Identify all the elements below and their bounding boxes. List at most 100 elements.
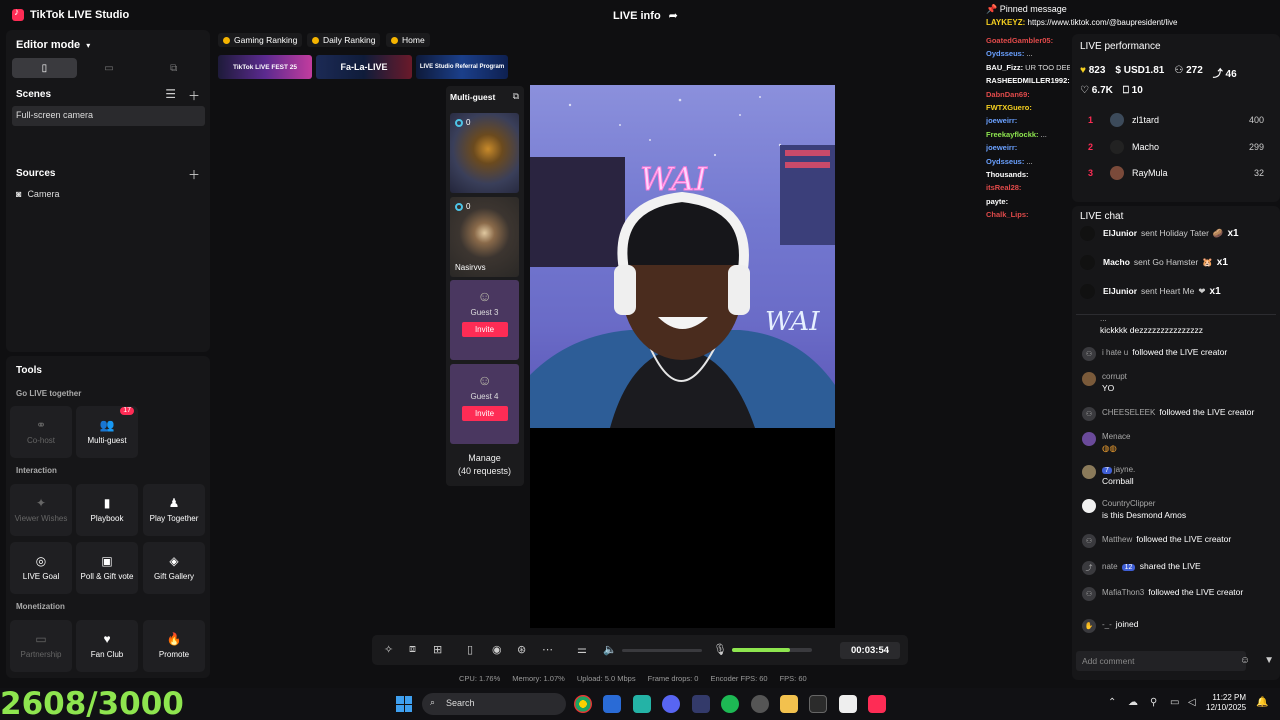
home-tag[interactable]: Home: [386, 33, 430, 47]
steam-icon[interactable]: [603, 695, 621, 713]
flame-icon: 🔥: [166, 632, 182, 646]
app-icon[interactable]: [839, 695, 857, 713]
tiktok-logo-icon: [12, 7, 24, 21]
chat-message: ⚇ MafiaThon3 followed the LIVE creator: [1082, 587, 1276, 601]
phone-icon[interactable]: ▯: [467, 643, 473, 656]
gaming-ranking-tag[interactable]: Gaming Ranking: [218, 33, 303, 47]
manage-requests-button[interactable]: Manage (40 requests): [450, 452, 519, 477]
folder-icon[interactable]: [780, 695, 798, 713]
camera-icon: ◙: [16, 189, 22, 199]
viewer-wishes-tool[interactable]: ✦ Viewer Wishes: [10, 484, 72, 536]
gift-event: ElJunior sent Heart Me ❤ x1: [1080, 281, 1276, 301]
source-item-camera[interactable]: ◙ Camera: [16, 189, 59, 199]
gift-event: Macho sent Go Hamster 🐹 x1: [1080, 252, 1276, 272]
referral-program-banner[interactable]: LIVE Studio Referral Program: [416, 55, 508, 79]
gift-gallery-icon: ◈: [169, 554, 179, 568]
share-icon[interactable]: ➦: [669, 9, 678, 22]
microphone-icon[interactable]: ⚲: [1150, 697, 1157, 708]
multiguest-tool[interactable]: 17 👥 Multi-guest: [76, 406, 138, 458]
avatar: [1080, 254, 1095, 270]
popout-icon[interactable]: ⧉: [513, 91, 519, 102]
taskbar-search[interactable]: ⌕ Search: [422, 693, 566, 715]
speaker-icon[interactable]: 🔈: [603, 643, 617, 656]
mic-volume-slider[interactable]: [732, 648, 812, 652]
more-icon[interactable]: ⋯: [542, 643, 553, 656]
discord-icon[interactable]: [662, 695, 680, 713]
partnership-tool[interactable]: ▭ Partnership: [10, 620, 72, 672]
windows-start-icon[interactable]: [396, 696, 412, 712]
add-source-icon[interactable]: ＋: [188, 166, 200, 183]
overlay-chat-line: Thousands:: [986, 170, 1070, 183]
search-icon: ⌕: [430, 697, 436, 707]
effects-icon[interactable]: ⧈: [409, 643, 416, 656]
play-together-tool[interactable]: ♟ Play Together: [143, 484, 205, 536]
app-icon[interactable]: [692, 695, 710, 713]
filter-icon[interactable]: ▼: [1264, 655, 1274, 666]
stream-preview[interactable]: WAI WAI: [530, 85, 835, 628]
windows-taskbar: ⌕ Search ⌃ ☁ ⚲ ▭ ◁ 11:22 PM 12/10/2025 🔔: [0, 688, 1280, 720]
add-comment-input[interactable]: Add comment: [1076, 651, 1246, 671]
volume-icon[interactable]: ◁: [1188, 697, 1196, 708]
live-goal-tool[interactable]: ◎ LIVE Goal: [10, 542, 72, 594]
emoji-icon[interactable]: ☺: [1240, 655, 1250, 666]
dual-layout-button[interactable]: ⧉: [141, 58, 206, 78]
daily-ranking-tag[interactable]: Daily Ranking: [307, 33, 381, 47]
ranking-row[interactable]: 3 RayMula 32: [1088, 164, 1264, 182]
viewers-stat: ⚇ 272: [1174, 65, 1203, 76]
overlay-chat-user: joeweirr:: [986, 116, 1018, 126]
guest-tile-1[interactable]: 0: [450, 113, 519, 193]
ranking-row[interactable]: 1 zl1tard 400: [1088, 111, 1264, 129]
wishes-icon: ✦: [35, 496, 47, 510]
app-icon[interactable]: [633, 695, 651, 713]
live-fest-banner[interactable]: TikTok LIVE FEST 25: [218, 55, 312, 79]
chrome-icon[interactable]: [574, 695, 592, 713]
overlay-chat-line: BAU_Fizz: UR TOO DEEP IN: [986, 63, 1070, 76]
promote-tool[interactable]: 🔥 Promote: [143, 620, 205, 672]
portrait-layout-button[interactable]: ▯: [12, 58, 77, 78]
system-clock[interactable]: 11:22 PM 12/10/2025: [1206, 693, 1246, 714]
wave-icon: ✋: [1082, 619, 1096, 633]
pinned-message: 📌 Pinned message LAYKEYZ: https://www.ti…: [986, 4, 1280, 27]
avatar: ⚇: [1082, 347, 1096, 361]
playbook-tool[interactable]: ▮ Playbook: [76, 484, 138, 536]
microphone-icon[interactable]: 🎙: [713, 643, 727, 656]
add-scene-icon[interactable]: ＋: [188, 87, 200, 104]
dollar-icon: $: [1115, 65, 1121, 76]
invite-guest-4-button[interactable]: Invite: [461, 406, 508, 421]
svg-text:WAI: WAI: [640, 160, 708, 198]
fan-club-tool[interactable]: ♥ Fan Club: [76, 620, 138, 672]
gift-gallery-tool[interactable]: ◈ Gift Gallery: [143, 542, 205, 594]
scenes-title: Scenes: [16, 89, 52, 100]
magic-wand-icon[interactable]: ✧: [384, 643, 393, 656]
dual-screen-icon: ⧉: [170, 62, 178, 74]
invite-guest-3-button[interactable]: Invite: [461, 322, 508, 337]
notification-bell-icon[interactable]: 🔔: [1256, 697, 1268, 708]
landscape-layout-button[interactable]: ▭: [77, 58, 142, 78]
live-chat-title: LIVE chat: [1080, 211, 1124, 222]
spotify-icon[interactable]: [721, 695, 739, 713]
live-info-header[interactable]: LIVE info ➦: [613, 9, 678, 23]
record-icon[interactable]: ◉: [492, 643, 502, 656]
poll-gift-vote-tool[interactable]: ▣ Poll & Gift vote: [76, 542, 138, 594]
ranking-row[interactable]: 2 Macho 299: [1088, 138, 1264, 156]
guest-tile-2[interactable]: 0 Nasirvvs: [450, 197, 519, 277]
chat-message: ⚇ CHEESELEEK followed the LIVE creator: [1082, 407, 1276, 421]
settings-sliders-icon[interactable]: ⚌: [577, 643, 587, 656]
chevron-up-icon[interactable]: ⌃: [1108, 697, 1116, 708]
system-stats: CPU: 1.76% Memory: 1.07% Upload: 5.0 Mbp…: [459, 674, 807, 683]
camera-switch-icon[interactable]: ⊛: [517, 643, 526, 656]
tiktok-live-studio-icon[interactable]: [868, 695, 886, 713]
cohost-tool[interactable]: ⚭ Co-host: [10, 406, 72, 458]
editor-mode-dropdown[interactable]: Editor mode ▾: [16, 39, 90, 51]
cloud-icon[interactable]: ☁: [1128, 697, 1138, 708]
terminal-icon[interactable]: [809, 695, 827, 713]
app-icon[interactable]: [751, 695, 769, 713]
speaker-volume-slider[interactable]: [622, 649, 702, 652]
scene-item-fullscreen-camera[interactable]: Full-screen camera: [12, 106, 205, 126]
camera-feed-image: WAI WAI: [530, 96, 835, 428]
falala-live-banner[interactable]: Fa-La-LIVE: [316, 55, 412, 79]
overlay-chat-line: Freekayflockk: ...: [986, 130, 1070, 143]
layout-icon[interactable]: ⊞: [433, 643, 442, 656]
network-icon[interactable]: ▭: [1170, 697, 1179, 708]
list-icon[interactable]: ☰: [165, 87, 176, 104]
